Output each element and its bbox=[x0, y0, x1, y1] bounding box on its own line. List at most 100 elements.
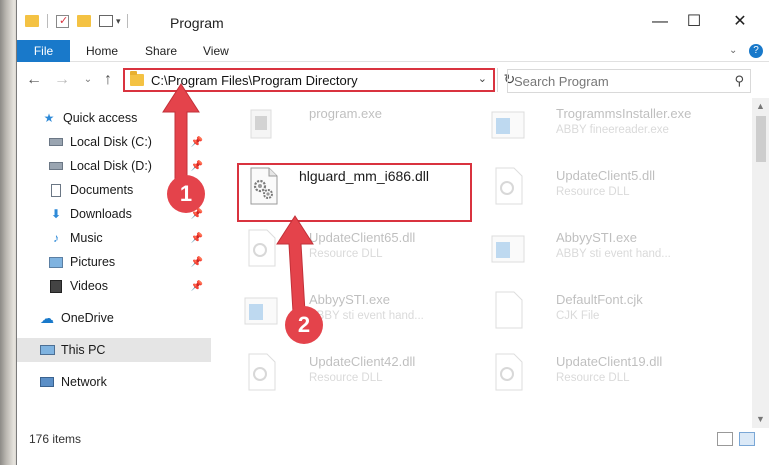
sidebar-item-pictures[interactable]: Pictures 📌 bbox=[17, 250, 211, 274]
dll-icon bbox=[248, 353, 276, 391]
tab-home[interactable]: Home bbox=[86, 40, 118, 62]
back-arrow-icon[interactable]: ← bbox=[25, 70, 43, 90]
step-1-badge: 1 bbox=[167, 175, 205, 213]
cloud-icon: ☁ bbox=[40, 309, 54, 326]
properties-icon[interactable]: ✓ bbox=[56, 14, 69, 28]
dll-icon bbox=[495, 167, 523, 205]
search-input[interactable] bbox=[514, 73, 724, 89]
sidebar-item-label: OneDrive bbox=[61, 311, 114, 325]
drive-icon bbox=[48, 159, 64, 173]
pictures-icon bbox=[48, 255, 64, 269]
file-description: ABBY fineereader.exe bbox=[556, 124, 669, 136]
scrollbar-thumb[interactable] bbox=[756, 116, 766, 162]
app-window-icon bbox=[491, 235, 525, 263]
separator bbox=[47, 14, 48, 28]
file-name: TrogrammsInstaller.exe bbox=[556, 106, 692, 121]
tab-view[interactable]: View bbox=[203, 40, 229, 62]
sidebar-item-videos[interactable]: Videos 📌 bbox=[17, 274, 211, 298]
sidebar-item-label: Documents bbox=[70, 183, 134, 197]
sidebar-item-label: Local Disk (D:) bbox=[70, 159, 152, 173]
help-icon[interactable]: ? bbox=[749, 44, 763, 58]
status-bar: 176 items bbox=[17, 428, 769, 450]
navigation-bar: ← → ⌄ ↑ C:\Program Files\Program Directo… bbox=[17, 62, 769, 98]
file-item[interactable]: UpdateClient65.dll Resource DLL bbox=[231, 224, 471, 274]
folder-icon[interactable] bbox=[25, 15, 39, 27]
file-name: UpdateClient5.dll bbox=[556, 168, 656, 183]
sidebar-item-music[interactable]: ♪ Music 📌 bbox=[17, 226, 211, 250]
file-name: program.exe bbox=[309, 106, 382, 121]
network-icon bbox=[39, 375, 55, 389]
file-item[interactable]: program.exe bbox=[231, 100, 471, 150]
document-icon bbox=[48, 183, 64, 197]
maximize-button[interactable]: ☐ bbox=[679, 10, 709, 34]
file-item[interactable]: AbbyySTI.exe ABBY sti event hand... bbox=[478, 224, 718, 274]
sidebar-item-label: Videos bbox=[70, 279, 108, 293]
file-item[interactable]: DefaultFont.cjk CJK File bbox=[478, 286, 718, 336]
search-box[interactable]: ⚲ bbox=[507, 69, 751, 93]
file-description: Resource DLL bbox=[556, 372, 630, 384]
chevron-down-icon[interactable]: ⌄ bbox=[478, 72, 487, 85]
scroll-down-icon[interactable]: ▼ bbox=[756, 414, 765, 424]
minimize-button[interactable]: — bbox=[645, 10, 675, 34]
large-icons-view-icon[interactable] bbox=[739, 432, 755, 446]
download-icon: ⬇ bbox=[50, 207, 62, 221]
quick-access-toolbar: ✓ ▾ bbox=[25, 12, 128, 30]
recent-locations-icon[interactable]: ⌄ bbox=[79, 70, 97, 90]
item-count: 176 items bbox=[29, 432, 82, 446]
star-icon: ★ bbox=[43, 111, 55, 125]
pin-icon[interactable]: 📌 bbox=[191, 257, 203, 268]
file-description: Resource DLL bbox=[309, 372, 383, 384]
music-icon: ♪ bbox=[53, 231, 59, 245]
step-2-badge: 2 bbox=[285, 306, 323, 344]
scroll-up-icon[interactable]: ▲ bbox=[756, 101, 765, 111]
highlight-box bbox=[237, 163, 472, 222]
explorer-window: ✓ ▾ Program — ☐ ✕ File Home Share View ⌄… bbox=[16, 0, 769, 465]
sidebar-item-label: Network bbox=[61, 375, 107, 389]
close-button[interactable]: ✕ bbox=[725, 10, 755, 34]
folder-icon bbox=[130, 71, 144, 86]
expand-ribbon-icon[interactable]: ⌄ bbox=[729, 40, 737, 62]
tab-file[interactable]: File bbox=[17, 40, 70, 62]
pin-icon[interactable]: 📌 bbox=[191, 281, 203, 292]
sidebar-item-onedrive[interactable]: ☁ OneDrive bbox=[17, 306, 211, 330]
file-item[interactable]: UpdateClient5.dll Resource DLL bbox=[478, 162, 718, 212]
pin-icon[interactable]: 📌 bbox=[191, 233, 203, 244]
layout-icon[interactable] bbox=[99, 15, 113, 27]
separator bbox=[126, 14, 128, 28]
exe-icon bbox=[250, 109, 272, 139]
title-bar: ✓ ▾ Program — ☐ ✕ bbox=[17, 0, 769, 40]
sidebar-item-this-pc[interactable]: This PC bbox=[17, 338, 211, 362]
file-name: UpdateClient42.dll bbox=[309, 354, 416, 369]
file-description: CJK File bbox=[556, 310, 600, 322]
file-item[interactable]: TrogrammsInstaller.exe ABBY fineereader.… bbox=[478, 100, 718, 150]
new-folder-icon[interactable] bbox=[77, 15, 91, 27]
file-item[interactable]: UpdateClient42.dll Resource DLL bbox=[231, 348, 471, 398]
sidebar-item-label: Quick access bbox=[63, 111, 138, 125]
tab-share[interactable]: Share bbox=[145, 40, 177, 62]
installer-icon bbox=[491, 111, 525, 139]
drive-icon bbox=[48, 135, 64, 149]
dll-icon bbox=[495, 353, 523, 391]
file-item[interactable]: UpdateClient19.dll Resource DLL bbox=[478, 348, 718, 398]
customize-dropdown-icon[interactable]: ▾ bbox=[116, 16, 121, 27]
vertical-scrollbar[interactable]: ▲ ▼ bbox=[752, 98, 769, 428]
sidebar-item-label: Local Disk (C:) bbox=[70, 135, 152, 149]
file-name: UpdateClient19.dll bbox=[556, 354, 663, 369]
app-window-icon bbox=[244, 297, 278, 325]
details-view-icon[interactable] bbox=[717, 432, 733, 446]
sidebar-item-network[interactable]: Network bbox=[17, 370, 211, 394]
file-description: ABBY sti event hand... bbox=[556, 248, 671, 260]
sidebar-item-label: This PC bbox=[61, 343, 106, 357]
forward-arrow-icon[interactable]: → bbox=[53, 70, 71, 90]
up-arrow-icon[interactable]: ↑ bbox=[99, 70, 117, 90]
search-icon[interactable]: ⚲ bbox=[734, 73, 744, 89]
sidebar-item-label: Downloads bbox=[70, 207, 132, 221]
file-item[interactable]: AbbyySTI.exe ABBY sti event hand... bbox=[231, 286, 471, 336]
sidebar-item-label: Pictures bbox=[70, 255, 116, 269]
file-description: Resource DLL bbox=[556, 186, 630, 198]
ribbon-tabs: File Home Share View ⌄ ? bbox=[17, 40, 769, 62]
dll-icon bbox=[248, 229, 276, 267]
file-name: DefaultFont.cjk bbox=[556, 292, 643, 307]
computer-icon bbox=[39, 343, 55, 357]
sidebar-item-label: Music bbox=[70, 231, 103, 245]
